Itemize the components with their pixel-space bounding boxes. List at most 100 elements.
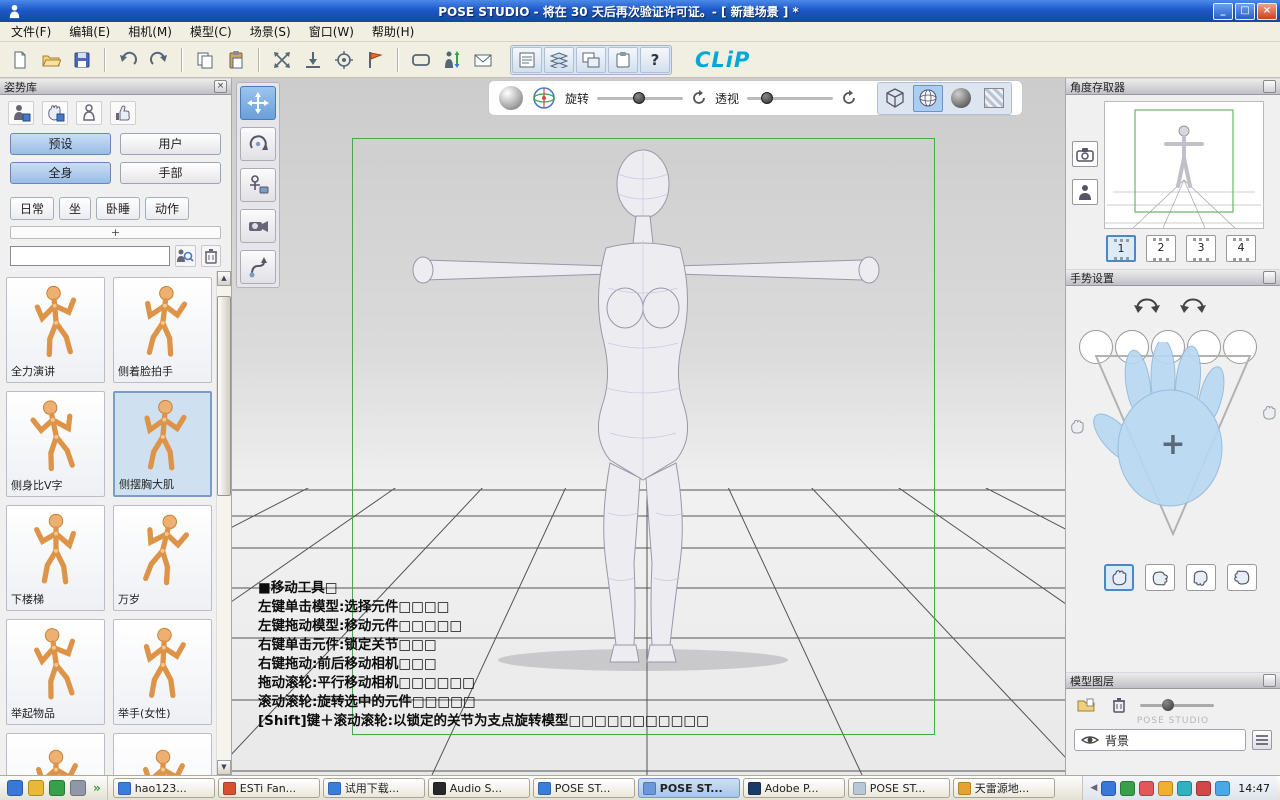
- panel-menu-button[interactable]: [1263, 674, 1276, 687]
- thumbs-up-button[interactable]: [110, 101, 136, 125]
- filter-preset-button[interactable]: 预设: [10, 133, 111, 155]
- eye-icon[interactable]: [1081, 734, 1099, 746]
- menu-camera[interactable]: 相机(M): [119, 21, 181, 42]
- tray-icon[interactable]: [1120, 781, 1135, 796]
- pose-scrollbar[interactable]: ▲ ▼: [216, 271, 231, 775]
- task-button-active[interactable]: POSE ST...: [638, 778, 740, 798]
- tray-icon[interactable]: [1158, 781, 1173, 796]
- mail-export-button[interactable]: [469, 46, 497, 74]
- axis-gizmo-icon[interactable]: [531, 85, 557, 111]
- transform-button[interactable]: [268, 46, 296, 74]
- category-expand-button[interactable]: +: [10, 226, 221, 239]
- angle-slot-4[interactable]: 4: [1226, 235, 1256, 262]
- scroll-down-icon[interactable]: ▼: [217, 760, 231, 775]
- angle-preview[interactable]: [1104, 101, 1264, 229]
- perspective-slider[interactable]: [747, 90, 833, 106]
- tray-icon[interactable]: [1196, 781, 1211, 796]
- tray-icon[interactable]: [1215, 781, 1230, 796]
- hand-control[interactable]: +: [1078, 342, 1268, 557]
- task-button[interactable]: Audio S...: [428, 778, 530, 798]
- viewport-3d[interactable]: 旋转 透视 ■移动工具□ 左键单击模型:选择元件□□□□ 左键拖动模型:移动元件…: [232, 78, 1065, 775]
- angle-slot-1[interactable]: 1: [1106, 235, 1136, 262]
- close-button[interactable]: ×: [1257, 3, 1277, 20]
- panel-menu-button[interactable]: [1263, 271, 1276, 284]
- layer-slider-thumb[interactable]: [1162, 699, 1174, 711]
- angle-slot-3[interactable]: 3: [1186, 235, 1216, 262]
- tray-collapse-icon[interactable]: ◀: [1090, 783, 1097, 793]
- rotate-hands-left-icon[interactable]: [1132, 294, 1162, 316]
- flag-button[interactable]: [361, 46, 389, 74]
- rotate-tool-button[interactable]: [240, 127, 276, 161]
- tab-lie[interactable]: 卧睡: [96, 197, 140, 220]
- joint-tool-button[interactable]: [240, 250, 276, 284]
- pose-camera-tool-button[interactable]: [240, 168, 276, 202]
- capture-pose-button[interactable]: [76, 101, 102, 125]
- quicklaunch-expand-icon[interactable]: »: [91, 781, 103, 795]
- drop-to-floor-button[interactable]: [299, 46, 327, 74]
- pose-item[interactable]: [113, 733, 212, 775]
- layer-list-button[interactable]: [1252, 730, 1272, 750]
- shaded-sphere-button[interactable]: [946, 85, 976, 112]
- tab-action[interactable]: 动作: [145, 197, 189, 220]
- menu-file[interactable]: 文件(F): [2, 21, 60, 42]
- clipboard-panel-button[interactable]: [608, 47, 638, 73]
- rotate-slider-thumb[interactable]: [633, 92, 645, 104]
- scrollbar-thumb[interactable]: [217, 296, 231, 496]
- pose-item[interactable]: 举手(女性): [113, 619, 212, 725]
- filter-fullbody-button[interactable]: 全身: [10, 162, 111, 184]
- angle-slot-2[interactable]: 2: [1146, 235, 1176, 262]
- pose-item[interactable]: 举起物品: [6, 619, 105, 725]
- pose-item[interactable]: [6, 733, 105, 775]
- quicklaunch-icon[interactable]: [28, 780, 44, 796]
- document-panel-button[interactable]: [512, 47, 542, 73]
- pose-search-input[interactable]: [10, 246, 170, 266]
- paste-button[interactable]: [222, 46, 250, 74]
- task-button[interactable]: POSE ST...: [533, 778, 635, 798]
- rotate-slider[interactable]: [597, 90, 683, 106]
- focus-target-button[interactable]: [330, 46, 358, 74]
- tray-icon[interactable]: [1177, 781, 1192, 796]
- search-pose-button[interactable]: [175, 245, 196, 267]
- scroll-up-icon[interactable]: ▲: [217, 271, 231, 286]
- character-move-button[interactable]: [438, 46, 466, 74]
- scrollbar-track[interactable]: [217, 286, 231, 760]
- register-pose-button[interactable]: [8, 101, 34, 125]
- minimize-button[interactable]: _: [1213, 3, 1233, 20]
- windows-panel-button[interactable]: [576, 47, 606, 73]
- tab-daily[interactable]: 日常: [10, 197, 54, 220]
- delete-layer-button[interactable]: [1107, 695, 1131, 715]
- task-button[interactable]: Adobe P...: [743, 778, 845, 798]
- layer-opacity-slider[interactable]: [1140, 698, 1214, 712]
- task-button[interactable]: POSE ST...: [848, 778, 950, 798]
- move-tool-button[interactable]: [240, 86, 276, 120]
- task-button[interactable]: ESTi Fan...: [218, 778, 320, 798]
- wireframe-sphere-button[interactable]: [913, 85, 943, 112]
- texture-pattern-button[interactable]: [979, 85, 1009, 112]
- menu-window[interactable]: 窗口(W): [300, 21, 363, 42]
- task-button[interactable]: 试用下载...: [323, 778, 425, 798]
- pose-item[interactable]: 下楼梯: [6, 505, 105, 611]
- tab-sit[interactable]: 坐: [59, 197, 91, 220]
- menu-help[interactable]: 帮助(H): [363, 21, 423, 42]
- camera-tool-button[interactable]: [240, 209, 276, 243]
- task-button[interactable]: 天雷源地...: [953, 778, 1055, 798]
- angle-figure-button[interactable]: [1072, 179, 1098, 205]
- quicklaunch-icon[interactable]: [70, 780, 86, 796]
- pose-item[interactable]: 侧身比V字: [6, 391, 105, 497]
- perspective-reset-icon[interactable]: [841, 90, 857, 106]
- maximize-button[interactable]: □: [1235, 3, 1255, 20]
- rotate-hands-right-icon[interactable]: [1178, 294, 1208, 316]
- cube-view-button[interactable]: [880, 85, 910, 112]
- hand-left-icon[interactable]: [1068, 418, 1086, 436]
- pose-item-selected[interactable]: 侧摆胸大肌: [113, 391, 212, 497]
- hand-pose-button-1[interactable]: [1104, 564, 1134, 591]
- save-button[interactable]: [68, 46, 96, 74]
- undo-button[interactable]: [114, 46, 142, 74]
- redo-button[interactable]: [145, 46, 173, 74]
- tray-icon[interactable]: [1139, 781, 1154, 796]
- hand-pose-button-2[interactable]: [1145, 564, 1175, 591]
- pose-item[interactable]: 全力演讲: [6, 277, 105, 383]
- frame-select-button[interactable]: [407, 46, 435, 74]
- angle-camera-button[interactable]: [1072, 141, 1098, 167]
- quicklaunch-icon[interactable]: [49, 780, 65, 796]
